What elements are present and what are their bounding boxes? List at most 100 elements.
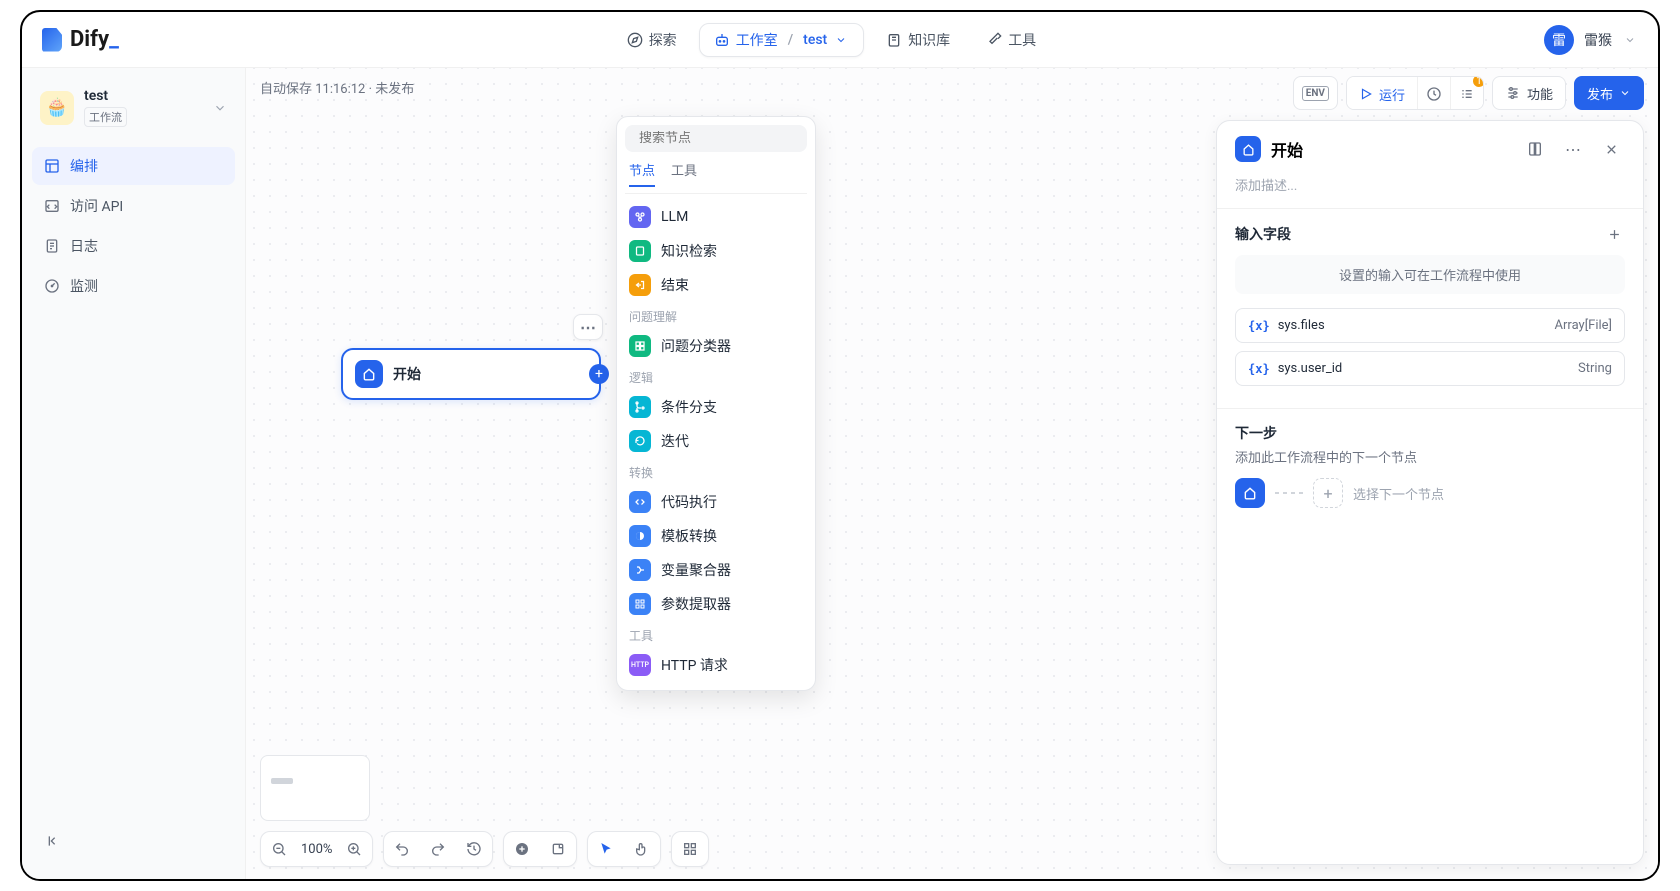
next-step-desc: 添加此工作流程中的下一个节点 — [1235, 447, 1625, 466]
variable-icon: {x} — [1248, 362, 1270, 376]
redo-button[interactable] — [420, 831, 456, 867]
llm-icon — [629, 206, 651, 228]
panel-close-button[interactable] — [1597, 135, 1625, 163]
brand-logo[interactable]: Dify_ — [42, 27, 119, 52]
palette-item-llm[interactable]: LLM — [625, 200, 807, 234]
add-next-node-button[interactable]: + — [1313, 478, 1343, 508]
palette-section-transform: 转换 — [625, 458, 807, 485]
panel-guide-button[interactable] — [1521, 135, 1549, 163]
variable-row[interactable]: {x}sys.user_id String — [1235, 351, 1625, 386]
home-icon — [1235, 478, 1265, 508]
variable-row[interactable]: {x}sys.files Array[File] — [1235, 308, 1625, 343]
nav-tools[interactable]: 工具 — [972, 23, 1050, 57]
palette-item-extract[interactable]: 参数提取器 — [625, 587, 807, 621]
undo-button[interactable] — [384, 831, 420, 867]
palette-item-knowledge[interactable]: 知识检索 — [625, 234, 807, 268]
features-button[interactable]: 功能 — [1492, 76, 1566, 110]
template-icon — [629, 525, 651, 547]
minimap[interactable] — [260, 755, 370, 821]
chevron-down-icon — [213, 101, 227, 115]
history-button[interactable] — [1418, 77, 1451, 110]
pointer-tool-button[interactable] — [588, 831, 624, 867]
palette-tab-nodes[interactable]: 节点 — [629, 160, 655, 187]
http-icon: HTTP — [629, 654, 651, 676]
add-node-button[interactable] — [504, 831, 540, 867]
nav-project-name[interactable]: test — [803, 32, 827, 48]
robot-icon — [714, 32, 730, 48]
palette-item-if[interactable]: 条件分支 — [625, 390, 807, 424]
node-palette: 节点 工具 LLM 知识检索 结束 问题理解 问题分类器 逻辑 条件分支 迭代 … — [616, 116, 816, 691]
palette-search[interactable] — [625, 125, 807, 152]
chevron-down-icon[interactable] — [1622, 32, 1638, 48]
env-button[interactable]: ENV — [1293, 76, 1338, 110]
exit-icon — [629, 274, 651, 296]
logo-mark-icon — [42, 28, 62, 52]
zoom-in-icon — [346, 841, 362, 857]
panel-more-button[interactable]: ⋯ — [1559, 135, 1587, 163]
palette-item-end[interactable]: 结束 — [625, 268, 807, 302]
node-more-button[interactable]: ⋯ — [573, 314, 603, 340]
chevron-down-icon — [1619, 87, 1631, 99]
book-open-icon — [1527, 141, 1543, 157]
details-desc[interactable]: 添加描述... — [1217, 173, 1643, 208]
organize-button[interactable] — [672, 831, 708, 867]
log-icon — [44, 238, 60, 254]
plus-circle-icon — [514, 841, 530, 857]
loop-icon — [629, 430, 651, 452]
app-icon — [40, 91, 74, 125]
zoom-out-button[interactable] — [261, 831, 297, 867]
add-note-button[interactable] — [540, 831, 576, 867]
compass-icon — [627, 32, 643, 48]
palette-item-loop[interactable]: 迭代 — [625, 424, 807, 458]
next-node-placeholder[interactable]: 选择下一个节点 — [1353, 484, 1444, 503]
checklist-button[interactable]: 1 — [1451, 77, 1483, 110]
run-button[interactable]: 运行 — [1347, 77, 1418, 110]
layout-grid-icon — [682, 841, 698, 857]
undo-icon — [394, 841, 410, 857]
hand-icon — [634, 841, 650, 857]
branch-icon — [629, 396, 651, 418]
palette-section-tools: 工具 — [625, 621, 807, 648]
palette-tab-tools[interactable]: 工具 — [671, 160, 697, 187]
palette-search-input[interactable] — [639, 131, 805, 146]
palette-item-code[interactable]: 代码执行 — [625, 485, 807, 519]
zoom-out-icon — [271, 841, 287, 857]
publish-button[interactable]: 发布 — [1574, 76, 1644, 110]
zoom-in-button[interactable] — [336, 831, 372, 867]
details-panel: 开始 ⋯ 添加描述... 输入字段 设置的输入可在工作流程中使用 {x}sys.… — [1216, 120, 1644, 865]
collapse-sidebar-button[interactable] — [40, 827, 68, 855]
book-icon — [629, 240, 651, 262]
input-fields-title: 输入字段 — [1235, 224, 1291, 244]
nav-studio[interactable]: 工作室 / test — [699, 23, 865, 57]
nav-knowledge[interactable]: 知识库 — [872, 23, 964, 57]
chevron-down-icon — [833, 32, 849, 48]
palette-item-http[interactable]: HTTPHTTP 请求 — [625, 648, 807, 682]
play-icon — [1359, 87, 1373, 101]
palette-item-merge[interactable]: 变量聚合器 — [625, 553, 807, 587]
avatar[interactable]: 雷 — [1544, 25, 1574, 55]
details-title[interactable]: 开始 — [1271, 137, 1511, 161]
zoom-level: 100% — [297, 842, 336, 857]
variable-icon: {x} — [1248, 319, 1270, 333]
plus-icon — [1607, 227, 1622, 242]
sidebar-item-orchestrate[interactable]: 编排 — [32, 147, 235, 185]
node-add-button[interactable]: + — [589, 364, 609, 384]
sidebar-item-monitor[interactable]: 监测 — [32, 267, 235, 305]
home-icon — [1235, 136, 1261, 162]
username[interactable]: 雷猴 — [1584, 30, 1612, 50]
app-selector[interactable]: test 工作流 — [32, 84, 235, 131]
add-input-field-button[interactable] — [1603, 223, 1625, 245]
hand-tool-button[interactable] — [624, 831, 660, 867]
palette-item-template[interactable]: 模板转换 — [625, 519, 807, 553]
hammer-icon — [986, 32, 1002, 48]
sidebar-item-logs[interactable]: 日志 — [32, 227, 235, 265]
nav-explore[interactable]: 探索 — [613, 23, 691, 57]
layout-icon — [44, 158, 60, 174]
redo-icon — [430, 841, 446, 857]
palette-item-classifier[interactable]: 问题分类器 — [625, 329, 807, 363]
grid-icon — [629, 593, 651, 615]
workflow-node-start[interactable]: ⋯ 开始 + — [341, 348, 601, 400]
version-history-button[interactable] — [456, 831, 492, 867]
note-icon — [550, 841, 566, 857]
sidebar-item-api[interactable]: 访问 API — [32, 187, 235, 225]
